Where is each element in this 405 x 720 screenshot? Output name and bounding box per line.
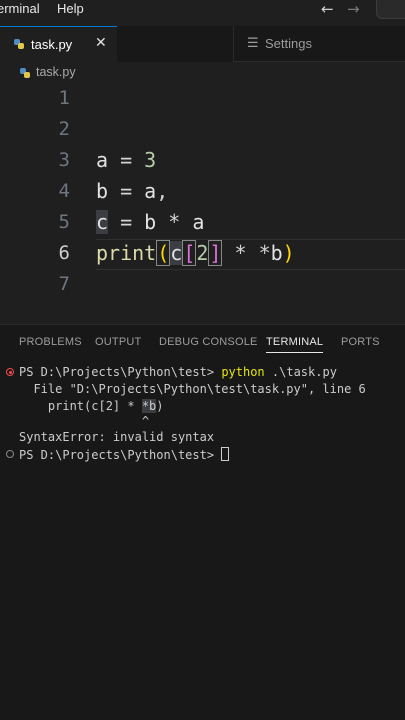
traceback-selection: *b [141, 399, 157, 413]
code-editor[interactable]: 1 2 3 a = 3 4 b = a, 5 c = b * a 6 print… [0, 84, 405, 324]
code-text: print(c[2] * *b) [96, 240, 295, 266]
terminal-prompt: PS D:\Projects\Python\test> [19, 448, 215, 462]
line-number: 6 [58, 242, 70, 264]
code-line: 2 [0, 115, 405, 146]
tab-settings[interactable]: ☰ Settings [117, 26, 312, 62]
tab-label: task.py [31, 37, 73, 52]
code-text: a = 3 [96, 148, 157, 172]
tab-problems[interactable]: PROBLEMS [19, 336, 82, 348]
breadcrumb-file[interactable]: task.py [36, 65, 76, 79]
code-line: 3 a = 3 [0, 146, 405, 177]
python-file-icon [20, 68, 30, 78]
line-number: 7 [58, 273, 70, 295]
tab-ports[interactable]: PORTS [341, 336, 380, 348]
menu-help[interactable]: Help [57, 1, 84, 16]
code-line: 4 b = a, [0, 177, 405, 208]
error-decoration-icon[interactable] [6, 368, 14, 376]
menu-terminal[interactable]: erminal [0, 1, 40, 16]
traceback-code-end: ) [156, 399, 164, 413]
arrow-right-icon[interactable]: → [347, 0, 360, 18]
command-decoration-icon[interactable] [6, 450, 14, 458]
terminal-args: .\task.py [264, 365, 337, 379]
code-line: 1 [0, 84, 405, 115]
terminal-prompt: PS D:\Projects\Python\test> [19, 365, 215, 379]
line-number: 3 [58, 149, 70, 171]
code-line-current: 6 print(c[2] * *b) [0, 239, 405, 270]
command-center[interactable] [376, 0, 405, 19]
terminal-line: print(c[2] * *b) [19, 399, 164, 413]
line-number: 4 [58, 180, 70, 202]
tab-debug-console[interactable]: DEBUG CONSOLE [159, 336, 258, 348]
line-number: 1 [58, 87, 70, 109]
terminal-line: PS D:\Projects\Python\test> [19, 447, 230, 462]
close-icon[interactable]: ✕ [95, 35, 107, 51]
editor-tab-bar: task.py ✕ ☰ Settings [0, 26, 405, 62]
python-file-icon [14, 39, 24, 49]
traceback-code: print(c[2] * [19, 399, 142, 413]
tab-task-py[interactable]: task.py ✕ [0, 26, 117, 62]
tab-label: Settings [265, 36, 312, 51]
code-line: 5 c = b * a [0, 208, 405, 239]
menu-bar: erminal Help ← → [0, 0, 405, 22]
terminal-line: PS D:\Projects\Python\test> python .\tas… [19, 365, 337, 379]
code-text: c = b * a [96, 210, 205, 234]
terminal-cursor [221, 447, 230, 461]
code-line: 7 [0, 270, 405, 301]
line-number: 5 [58, 211, 70, 233]
code-text: b = a, [96, 179, 169, 203]
terminal-error: SyntaxError: invalid syntax [19, 430, 215, 444]
breadcrumb: task.py [0, 62, 405, 84]
tab-output[interactable]: OUTPUT [95, 336, 141, 348]
bottom-panel: PROBLEMS OUTPUT DEBUG CONSOLE TERMINAL P… [0, 324, 405, 720]
terminal-line: File "D:\Projects\Python\test\task.py", … [19, 382, 366, 396]
terminal-command: python [221, 365, 265, 379]
gear-icon: ☰ [247, 36, 259, 51]
tab-terminal[interactable]: TERMINAL [266, 336, 324, 353]
arrow-left-icon[interactable]: ← [321, 0, 334, 18]
terminal-line: ^ [19, 414, 150, 428]
line-number: 2 [58, 118, 70, 140]
